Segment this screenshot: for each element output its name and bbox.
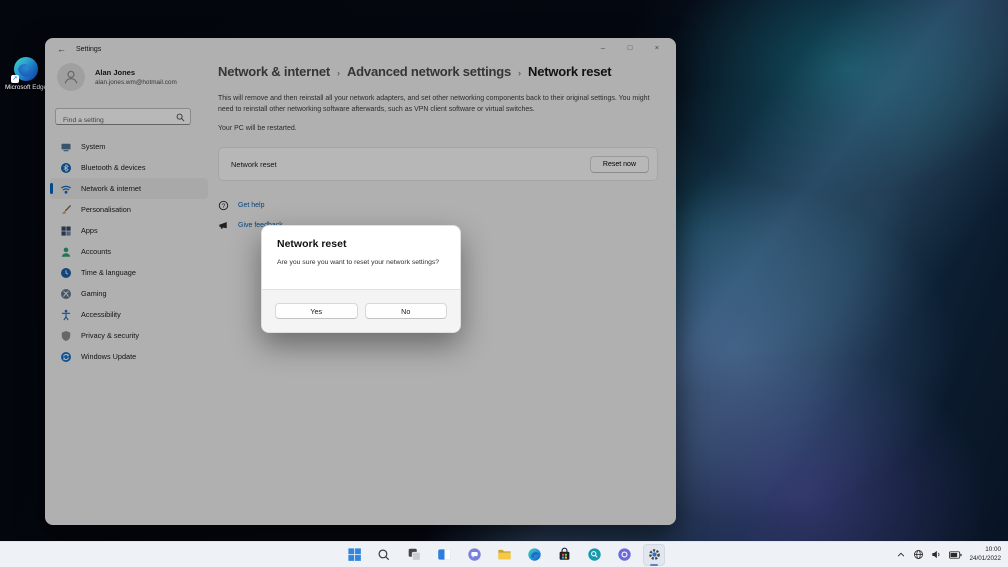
edge-icon	[527, 548, 541, 561]
dialog-message: Are you sure you want to reset your netw…	[277, 259, 440, 266]
battery-icon[interactable]	[949, 550, 963, 560]
no-button[interactable]: No	[364, 303, 447, 319]
chevron-up-icon[interactable]	[896, 550, 906, 559]
yes-button[interactable]: Yes	[275, 303, 358, 319]
shortcut-arrow-icon: ↗	[11, 75, 19, 83]
store-icon	[559, 547, 569, 560]
task-view-button[interactable]	[403, 544, 425, 566]
edge-button[interactable]	[523, 544, 545, 566]
file-explorer-icon	[497, 549, 511, 560]
ring-app-icon	[617, 548, 631, 561]
dialog-footer: Yes No	[262, 289, 460, 332]
speaker-icon[interactable]	[931, 549, 942, 560]
network-reset-dialog: Network reset Are you sure you want to r…	[261, 225, 461, 333]
edge-icon: ↗	[11, 57, 38, 83]
clock[interactable]: 10:00 24/01/2022	[969, 546, 1001, 562]
pinned-app-teal-button[interactable]	[583, 544, 605, 566]
chat-icon	[467, 548, 481, 561]
start-button[interactable]	[343, 544, 365, 566]
shortcut-label: Microsoft Edge	[5, 84, 47, 91]
widgets-button[interactable]	[433, 544, 455, 566]
pinned-app-purple-button[interactable]	[613, 544, 635, 566]
file-explorer-button[interactable]	[493, 544, 515, 566]
network-globe-icon[interactable]	[913, 549, 924, 560]
windows-start-icon	[347, 548, 361, 561]
search-icon	[378, 548, 390, 560]
taskbar: 10:00 24/01/2022	[0, 541, 1008, 567]
chat-button[interactable]	[463, 544, 485, 566]
settings-gear-icon	[648, 549, 660, 560]
taskbar-search-button[interactable]	[373, 544, 395, 566]
widgets-icon	[437, 549, 451, 560]
system-tray: 10:00 24/01/2022	[896, 542, 1001, 567]
settings-app-button[interactable]	[643, 543, 665, 566]
store-button[interactable]	[553, 544, 575, 566]
task-view-icon	[408, 548, 421, 561]
dialog-title: Network reset	[277, 238, 347, 250]
magnifier-app-icon	[587, 548, 601, 561]
tray-time: 10:00	[985, 546, 1001, 554]
edge-desktop-shortcut[interactable]: ↗ Microsoft Edge	[3, 57, 49, 92]
tray-date: 24/01/2022	[969, 554, 1001, 562]
taskbar-center-icons	[343, 542, 665, 567]
